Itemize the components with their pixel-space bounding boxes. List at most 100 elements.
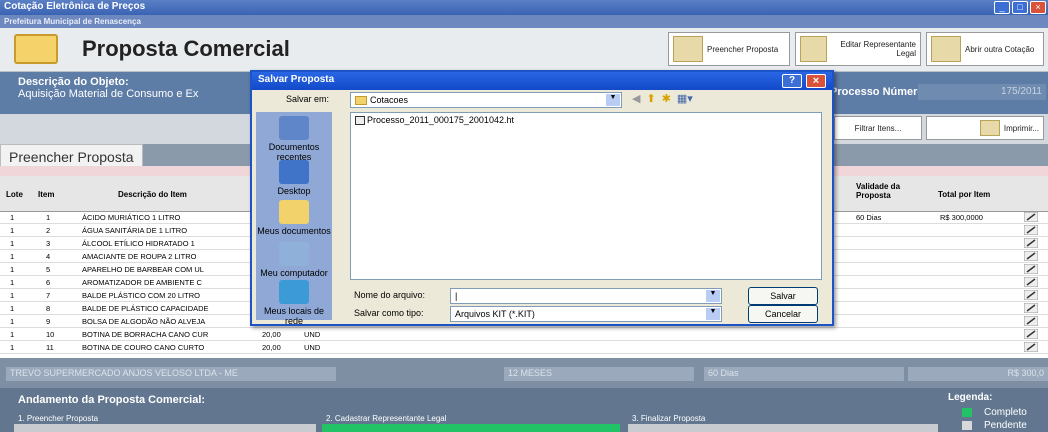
up-folder-icon[interactable]: ⬆	[646, 92, 655, 105]
minimize-icon[interactable]: _	[994, 1, 1010, 14]
progress-panel: Andamento da Proposta Comercial: 1. Pree…	[0, 388, 1048, 432]
cell-lote: 1	[10, 343, 15, 352]
dialog-titlebar: Salvar Proposta	[252, 72, 832, 90]
cell-lote: 1	[10, 213, 15, 222]
cell-description: AMACIANTE DE ROUPA 2 LITRO	[82, 252, 197, 261]
fill-proposal-icon	[673, 36, 703, 62]
desktop-icon	[279, 160, 309, 184]
edit-pencil-icon[interactable]	[1023, 237, 1039, 249]
edit-pencil-icon[interactable]	[1023, 263, 1039, 275]
cell-quantity: 20,00	[262, 330, 281, 339]
step-2-bar	[322, 424, 620, 432]
cancel-button[interactable]: Cancelar	[748, 305, 818, 323]
tab-fill-proposal[interactable]: Preencher Proposta	[0, 144, 143, 166]
maximize-icon[interactable]: □	[1012, 1, 1028, 14]
cell-description: AROMATIZADOR DE AMBIENTE C	[82, 278, 202, 287]
cell-description: BOTINA DE COURO CANO CURTO	[82, 343, 205, 352]
filename-input[interactable]: | ▼	[450, 288, 722, 304]
table-row[interactable]: 1 11 BOTINA DE COURO CANO CURTO 20,00 UND	[0, 341, 1048, 354]
cell-item: 5	[46, 265, 51, 274]
progress-title: Andamento da Proposta Comercial:	[18, 394, 206, 406]
cell-description: BALDE PLÁSTICO COM 20 LITRO	[82, 291, 200, 300]
edit-pencil-icon[interactable]	[1023, 302, 1039, 314]
place-my-computer[interactable]: Meu computador	[256, 242, 332, 278]
computer-icon	[279, 242, 309, 266]
edit-pencil-icon[interactable]	[1023, 211, 1039, 223]
process-number: 175/2011	[918, 84, 1046, 100]
file-type-select[interactable]: Arquivos KIT (*.KIT) ▼	[450, 306, 722, 322]
place-recent[interactable]: Documentos recentes	[256, 116, 332, 162]
place-network[interactable]: Meus locais de rede	[256, 280, 332, 326]
file-icon	[355, 116, 365, 126]
page-title: Proposta Comercial	[82, 36, 290, 61]
cell-quantity: 20,00	[262, 343, 281, 352]
file-type-label: Salvar como tipo:	[354, 308, 424, 318]
place-my-documents[interactable]: Meus documentos	[256, 200, 332, 236]
window-title: Cotação Eletrônica de Preços	[4, 1, 146, 12]
save-in-label: Salvar em:	[286, 94, 330, 104]
step-3-label: 3. Finalizar Proposta	[632, 414, 706, 423]
step-3-bar	[628, 424, 938, 432]
cell-description: BOTINA DE BORRACHA CANO CUR	[82, 330, 209, 339]
cell-description: ÁCIDO MURIÁTICO 1 LITRO	[82, 213, 181, 222]
dialog-title: Salvar Proposta	[258, 74, 335, 85]
cell-unit: UND	[304, 330, 321, 339]
new-folder-icon[interactable]: ✱	[662, 92, 671, 105]
places-bar: Documentos recentes Desktop Meus documen…	[256, 112, 332, 326]
file-list[interactable]: Processo_2011_000175_2001042.ht	[350, 112, 822, 280]
proposal-validity: 60 Dias	[704, 367, 904, 381]
edit-pencil-icon[interactable]	[1023, 224, 1039, 236]
open-quotation-button[interactable]: Abrir outra Cotação	[926, 32, 1044, 66]
filter-items-button[interactable]: Filtrar Itens...	[834, 116, 922, 140]
cell-item: 11	[46, 343, 54, 352]
help-icon[interactable]: ?	[782, 74, 802, 88]
cell-validity: 60 Dias	[856, 213, 882, 222]
cell-description: ÁGUA SANITÁRIA DE 1 LITRO	[82, 226, 188, 235]
supplier-name: TREVO SUPERMERCADO ANJOS VELOSO LTDA - M…	[6, 367, 336, 381]
cell-item: 3	[46, 239, 51, 248]
edit-pencil-icon[interactable]	[1023, 289, 1039, 301]
fill-proposal-button[interactable]: Preencher Proposta	[668, 32, 790, 66]
edit-pencil-icon[interactable]	[1023, 328, 1039, 340]
edit-pencil-icon[interactable]	[1023, 341, 1039, 353]
print-button[interactable]: Imprimir...	[926, 116, 1044, 140]
cell-item: 4	[46, 252, 51, 261]
cell-item: 8	[46, 304, 51, 313]
save-button[interactable]: Salvar	[748, 287, 818, 305]
description-text: Aquisição Material de Consumo e Ex	[18, 88, 199, 100]
chevron-down-icon[interactable]: ▼	[706, 308, 720, 320]
view-menu-icon[interactable]: ▦▾	[677, 92, 693, 105]
dialog-close-icon[interactable]: ×	[806, 74, 826, 88]
save-in-select[interactable]: Cotacoes ▼	[350, 92, 622, 108]
filename-label: Nome do arquivo:	[354, 290, 426, 300]
edit-representative-button[interactable]: Editar Representante Legal	[795, 32, 921, 66]
cell-item: 6	[46, 278, 51, 287]
process-label: Processo Número:	[830, 86, 928, 98]
cell-lote: 1	[10, 278, 15, 287]
step-2-label: 2. Cadastrar Representante Legal	[326, 414, 447, 423]
chevron-down-icon[interactable]: ▼	[706, 290, 720, 302]
edit-pencil-icon[interactable]	[1023, 276, 1039, 288]
table-row[interactable]: 1 10 BOTINA DE BORRACHA CANO CUR 20,00 UND	[0, 328, 1048, 341]
cell-unit: UND	[304, 343, 321, 352]
cell-item: 7	[46, 291, 51, 300]
nav-toolbar: ◀ ⬆ ✱ ▦▾	[632, 92, 693, 105]
window-subtitle: Prefeitura Municipal de Renascença	[0, 15, 1048, 28]
close-icon[interactable]: ×	[1030, 1, 1046, 14]
cell-item: 9	[46, 317, 51, 326]
edit-pencil-icon[interactable]	[1023, 315, 1039, 327]
file-item[interactable]: Processo_2011_000175_2001042.ht	[355, 115, 514, 126]
cell-lote: 1	[10, 252, 15, 261]
place-desktop[interactable]: Desktop	[256, 160, 332, 196]
proposal-total: R$ 300,0	[908, 367, 1048, 381]
cell-total: R$ 300,0000	[940, 213, 983, 222]
delivery-term: 12 MESES	[504, 367, 694, 381]
chevron-down-icon[interactable]: ▼	[606, 94, 620, 106]
cell-lote: 1	[10, 330, 15, 339]
cell-description: BALDE DE PLÁSTICO CAPACIDADE	[82, 304, 209, 313]
person-icon	[800, 36, 827, 62]
legend-complete-label: Completo	[984, 407, 1027, 418]
cell-lote: 1	[10, 304, 15, 313]
edit-pencil-icon[interactable]	[1023, 250, 1039, 262]
back-icon[interactable]: ◀	[632, 92, 640, 105]
